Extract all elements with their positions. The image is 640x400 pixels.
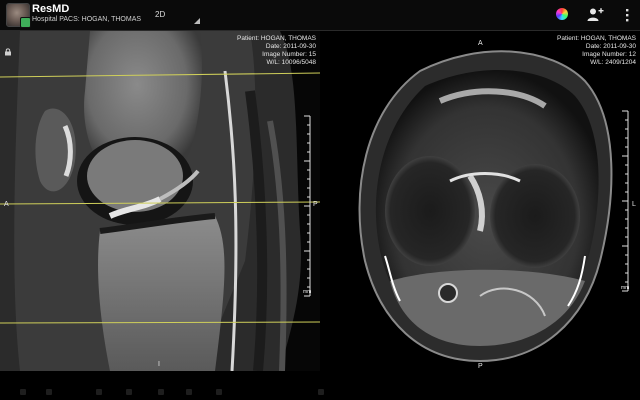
overlay-info-left: Patient: HOGAN, THOMAS Date: 2011-09-30 … xyxy=(237,35,316,67)
nav-dot xyxy=(126,389,132,395)
window-level-label: W/L: 2409/1204 xyxy=(590,59,636,66)
image-number-label: Image Number: 15 xyxy=(262,51,316,58)
viewport-axial[interactable]: Patient: HOGAN, THOMAS Date: 2011-09-30 … xyxy=(330,31,640,371)
view-mode-spinner[interactable]: 2D xyxy=(155,10,165,19)
nav-dot xyxy=(216,389,222,395)
nav-dot xyxy=(46,389,52,395)
orientation-left: A xyxy=(4,201,9,208)
app-subtitle: Hospital PACS: HOGAN, THOMAS xyxy=(32,16,142,23)
nav-dot xyxy=(158,389,164,395)
spinner-dropdown-icon[interactable] xyxy=(194,18,200,24)
nav-dot xyxy=(318,389,324,395)
color-wheel-icon[interactable] xyxy=(556,8,568,20)
date-label: Date: 2011-09-30 xyxy=(265,43,316,50)
sagittal-image xyxy=(0,31,320,371)
lock-icon[interactable] xyxy=(4,43,12,56)
action-bar: ResMD Hospital PACS: HOGAN, THOMAS 2D xyxy=(0,0,640,31)
window-level-label: W/L: 10096/5048 xyxy=(266,59,316,66)
system-nav-bar xyxy=(0,384,640,400)
nav-dot xyxy=(186,389,192,395)
orientation-bottom: P xyxy=(478,363,483,370)
patient-label: Patient: HOGAN, THOMAS xyxy=(237,35,316,42)
orientation-top: A xyxy=(478,40,483,47)
add-user-icon[interactable] xyxy=(586,6,604,24)
orientation-right: L xyxy=(632,201,636,208)
viewport-sagittal[interactable]: Patient: HOGAN, THOMAS Date: 2011-09-30 … xyxy=(0,31,320,371)
date-label: Date: 2011-09-30 xyxy=(585,43,636,50)
app-title: ResMD xyxy=(32,3,70,15)
overflow-menu-icon[interactable] xyxy=(618,6,636,24)
overlay-info-right: Patient: HOGAN, THOMAS Date: 2011-09-30 … xyxy=(557,35,636,67)
nav-dot xyxy=(96,389,102,395)
orientation-bottom: I xyxy=(158,361,160,368)
patient-label: Patient: HOGAN, THOMAS xyxy=(557,35,636,42)
orientation-right: P xyxy=(313,201,318,208)
scale-unit: mm xyxy=(621,285,630,291)
scale-unit: mm xyxy=(303,289,312,295)
axial-image xyxy=(330,31,640,371)
app-logo-icon[interactable] xyxy=(6,3,31,28)
image-number-label: Image Number: 12 xyxy=(582,51,636,58)
nav-dot xyxy=(20,389,26,395)
app-badge-icon xyxy=(20,17,31,28)
